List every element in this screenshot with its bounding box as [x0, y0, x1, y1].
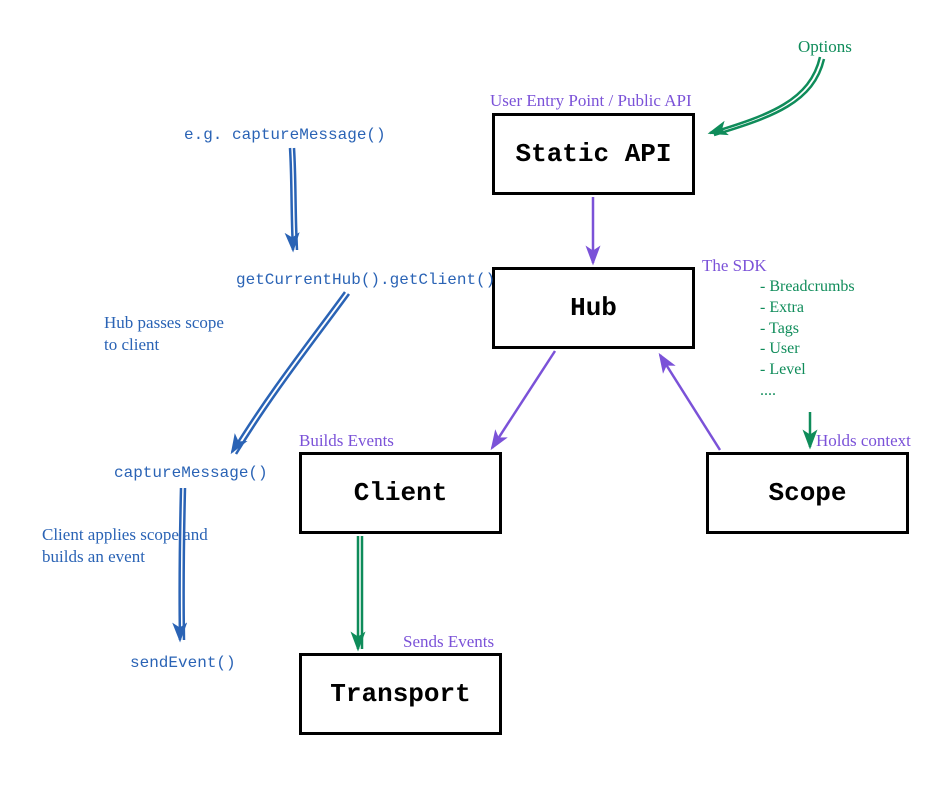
box-scope: Scope [706, 452, 909, 534]
diagram-canvas: Static API Hub Client Scope Transport Us… [0, 0, 938, 809]
caption-hub: The SDK [702, 255, 767, 277]
box-hub-label: Hub [570, 293, 617, 323]
caption-transport: Sends Events [403, 631, 494, 653]
box-scope-label: Scope [768, 478, 846, 508]
box-client-label: Client [354, 478, 448, 508]
caption-client: Builds Events [299, 430, 394, 452]
annotation-options: Options [798, 36, 852, 58]
box-hub: Hub [492, 267, 695, 349]
caption-scope: Holds context [816, 430, 911, 452]
flow-step3: captureMessage() [114, 463, 268, 484]
box-transport: Transport [299, 653, 502, 735]
box-static-api: Static API [492, 113, 695, 195]
flow-step2: getCurrentHub().getClient() [236, 270, 495, 291]
flow-step4: sendEvent() [130, 653, 236, 674]
caption-static-api: User Entry Point / Public API [490, 90, 692, 112]
box-client: Client [299, 452, 502, 534]
flow-step1: e.g. captureMessage() [184, 125, 386, 146]
box-static-api-label: Static API [515, 139, 671, 169]
flow-step3-note: Client applies scope and builds an event [42, 524, 208, 568]
box-transport-label: Transport [330, 679, 470, 709]
flow-step2-note: Hub passes scope to client [104, 312, 224, 356]
annotation-scope-list: - Breadcrumbs - Extra - Tags - User - Le… [760, 277, 855, 402]
